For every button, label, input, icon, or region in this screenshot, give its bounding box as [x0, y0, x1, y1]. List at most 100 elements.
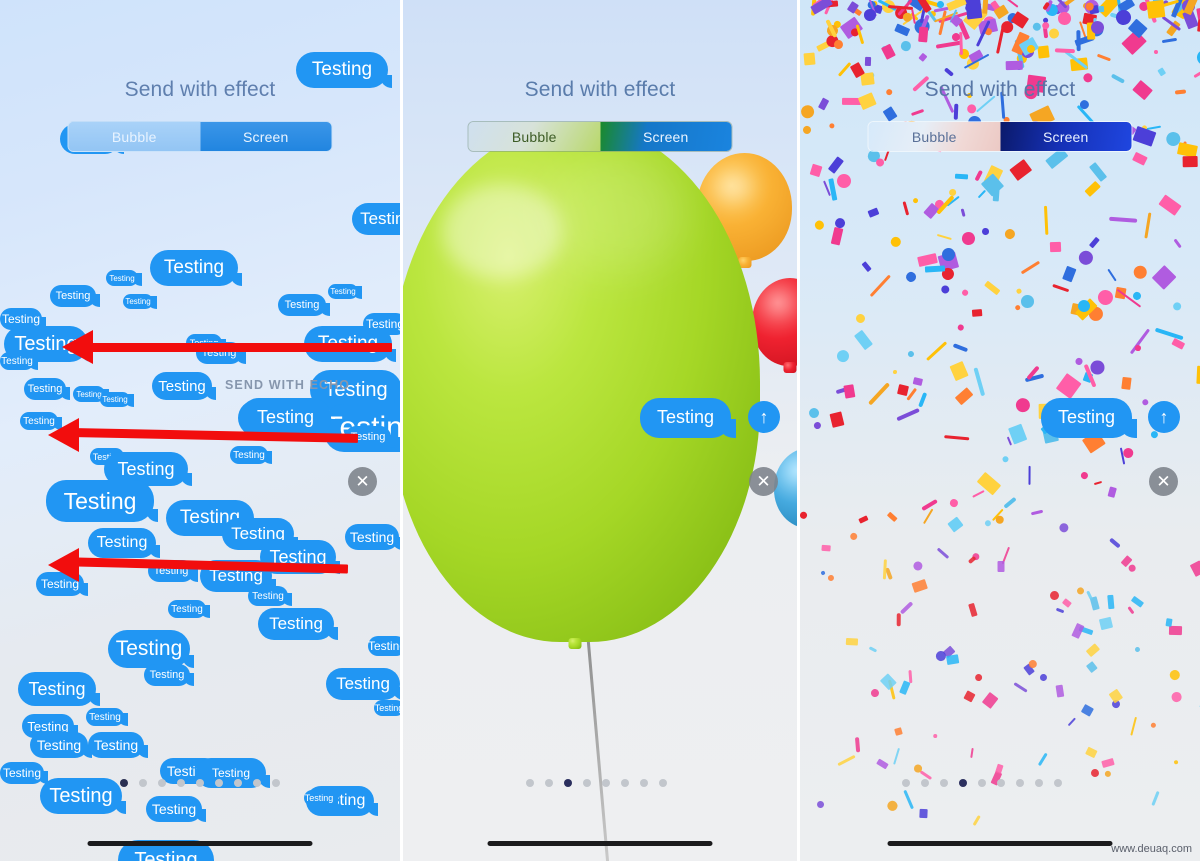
confetti-streamer [972, 815, 981, 827]
home-indicator [487, 841, 713, 846]
page-dot[interactable] [1016, 779, 1024, 787]
confetti-streamer [1054, 48, 1075, 54]
confetti-rectangle [1158, 194, 1182, 217]
confetti-streamer [893, 748, 901, 765]
confetti-streamer [868, 646, 878, 653]
up-arrow-icon: ↑ [1159, 406, 1169, 427]
tab-bubble[interactable]: Bubble [68, 122, 200, 151]
echo-message-bubble: Testing [278, 294, 330, 316]
page-dot[interactable] [921, 779, 929, 787]
confetti-rectangle [853, 329, 874, 351]
confetti-circle [904, 270, 918, 284]
page-dot[interactable] [959, 779, 967, 787]
confetti-streamer [936, 547, 950, 560]
close-effect-button[interactable]: ✕ [749, 467, 778, 496]
confetti-circle [995, 515, 1005, 525]
tab-screen[interactable]: Screen [600, 122, 732, 151]
tab-bubble[interactable]: Bubble [468, 122, 600, 151]
page-dots-echo[interactable] [120, 779, 280, 787]
page-dot[interactable] [215, 779, 223, 787]
page-dot[interactable] [564, 779, 572, 787]
effect-mode-segmented-control[interactable]: Bubble Screen [467, 121, 733, 152]
page-dots-confetti[interactable] [902, 779, 1062, 787]
confetti-streamer [1108, 217, 1137, 223]
confetti-rectangle [1146, 0, 1166, 19]
confetti-circle [948, 498, 959, 508]
page-dot[interactable] [997, 779, 1005, 787]
confetti-streamer [923, 508, 934, 524]
confetti-rectangle [843, 383, 856, 399]
send-button[interactable]: ↑ [748, 401, 780, 433]
confetti-rectangle [1086, 642, 1102, 658]
confetti-rectangle [971, 309, 983, 317]
confetti-circle [974, 673, 983, 682]
effect-mode-segmented-control[interactable]: Bubble Screen [67, 121, 333, 152]
confetti-streamer [1004, 0, 1019, 8]
balloon-string [586, 631, 610, 861]
confetti-rectangle [867, 207, 880, 218]
close-effect-button[interactable]: ✕ [1149, 467, 1178, 496]
confetti-circle [1134, 344, 1141, 351]
page-dot[interactable] [177, 779, 185, 787]
panel-divider-1 [400, 0, 403, 861]
page-dot[interactable] [602, 779, 610, 787]
page-dot[interactable] [902, 779, 910, 787]
send-button[interactable]: ↑ [1148, 401, 1180, 433]
confetti-rectangle [1196, 365, 1200, 384]
page-dot[interactable] [1035, 779, 1043, 787]
page-dot[interactable] [234, 779, 242, 787]
confetti-circle [966, 92, 973, 99]
echo-message-bubble: Testing [326, 668, 400, 700]
page-dot[interactable] [621, 779, 629, 787]
confetti-streamer [1130, 328, 1151, 355]
page-dot[interactable] [545, 779, 553, 787]
confetti-circle [820, 570, 826, 577]
compose-row: Testing [640, 398, 737, 438]
page-dot[interactable] [1054, 779, 1062, 787]
confetti-rectangle [865, 57, 872, 67]
confetti-streamer [908, 669, 913, 683]
page-dot[interactable] [940, 779, 948, 787]
page-dot[interactable] [253, 779, 261, 787]
page-dot[interactable] [120, 779, 128, 787]
confetti-circle [886, 799, 900, 813]
confetti-rectangle [1061, 265, 1077, 283]
close-effect-button[interactable]: ✕ [348, 467, 377, 496]
site-watermark: www.deuaq.com [1111, 843, 1192, 855]
confetti-circle [1090, 360, 1106, 375]
confetti-rectangle [912, 376, 923, 386]
confetti-circle [1049, 591, 1060, 601]
page-dot[interactable] [659, 779, 667, 787]
confetti-streamer [973, 366, 985, 396]
echo-message-bubble: Testing [106, 270, 142, 286]
confetti-rectangle [962, 690, 976, 703]
tab-screen[interactable]: Screen [200, 122, 332, 151]
confetti-streamer [885, 567, 893, 580]
page-dot[interactable] [640, 779, 648, 787]
confetti-circle [802, 125, 812, 135]
confetti-rectangle [875, 758, 889, 770]
effect-mode-segmented-control[interactable]: Bubble Screen [867, 121, 1133, 152]
tab-bubble[interactable]: Bubble [868, 122, 1000, 151]
panel-header: Send with effect [400, 78, 800, 102]
page-dot[interactable] [978, 779, 986, 787]
page-dot[interactable] [583, 779, 591, 787]
confetti-streamer [1193, 67, 1200, 79]
confetti-streamer [1162, 38, 1178, 44]
confetti-circle [899, 40, 912, 52]
page-dot[interactable] [526, 779, 534, 787]
confetti-circle [889, 235, 903, 249]
confetti-streamer [953, 343, 969, 352]
page-dot[interactable] [196, 779, 204, 787]
echo-message-bubble: Testing [345, 524, 400, 550]
page-dot[interactable] [139, 779, 147, 787]
confetti-circle [884, 88, 894, 97]
confetti-rectangle [886, 510, 898, 522]
tab-screen[interactable]: Screen [1000, 122, 1132, 151]
confetti-circle [1040, 21, 1051, 31]
page-dot[interactable] [158, 779, 166, 787]
confetti-streamer [970, 748, 974, 759]
page-dot[interactable] [272, 779, 280, 787]
screenshot-stage: TestingTestingTestingTestingTestingTesti… [0, 0, 1200, 861]
page-dots-balloons[interactable] [526, 779, 667, 787]
